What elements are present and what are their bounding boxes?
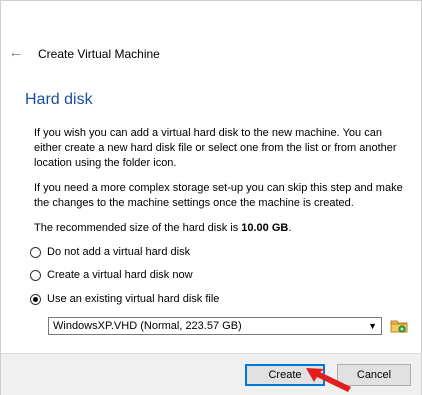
back-arrow-icon[interactable]: ← — [8, 45, 24, 61]
radio-button-checked[interactable] — [30, 293, 41, 305]
recommended-size-text: The recommended size of the hard disk is… — [34, 221, 404, 236]
disk-file-select[interactable]: WindowsXP.VHD (Normal, 223.57 GB) ▼ — [48, 317, 382, 335]
option-label: Do not add a virtual hard disk — [47, 246, 191, 258]
option-create-disk[interactable]: Create a virtual hard disk now — [30, 269, 193, 281]
option-label: Create a virtual hard disk now — [47, 269, 193, 281]
radio-button[interactable] — [30, 269, 41, 281]
dialog-window: ← Create Virtual Machine Hard disk If yo… — [0, 0, 422, 395]
recommended-size-suffix: . — [288, 222, 292, 234]
description-paragraph-1: If you wish you can add a virtual hard d… — [34, 127, 397, 169]
option-existing-disk[interactable]: Use an existing virtual hard disk file — [30, 293, 219, 305]
dialog-header: ← Create Virtual Machine — [1, 37, 421, 71]
annotation-arrow-icon — [306, 368, 351, 392]
dropdown-arrow-icon[interactable]: ▼ — [368, 318, 377, 334]
radio-button[interactable] — [30, 246, 41, 258]
recommended-size-prefix: The recommended size of the hard disk is — [34, 222, 242, 234]
disk-file-select-value: WindowsXP.VHD (Normal, 223.57 GB) — [53, 320, 242, 332]
page-title: Hard disk — [25, 91, 93, 108]
folder-icon[interactable] — [390, 316, 409, 335]
option-no-disk[interactable]: Do not add a virtual hard disk — [30, 246, 190, 258]
option-label: Use an existing virtual hard disk file — [47, 293, 220, 305]
recommended-size-value: 10.00 GB — [241, 222, 289, 234]
dialog-footer: Create Cancel — [1, 353, 421, 395]
window-title: Create Virtual Machine — [38, 47, 160, 61]
description-paragraph-2: If you need a more complex storage set-u… — [34, 182, 403, 209]
